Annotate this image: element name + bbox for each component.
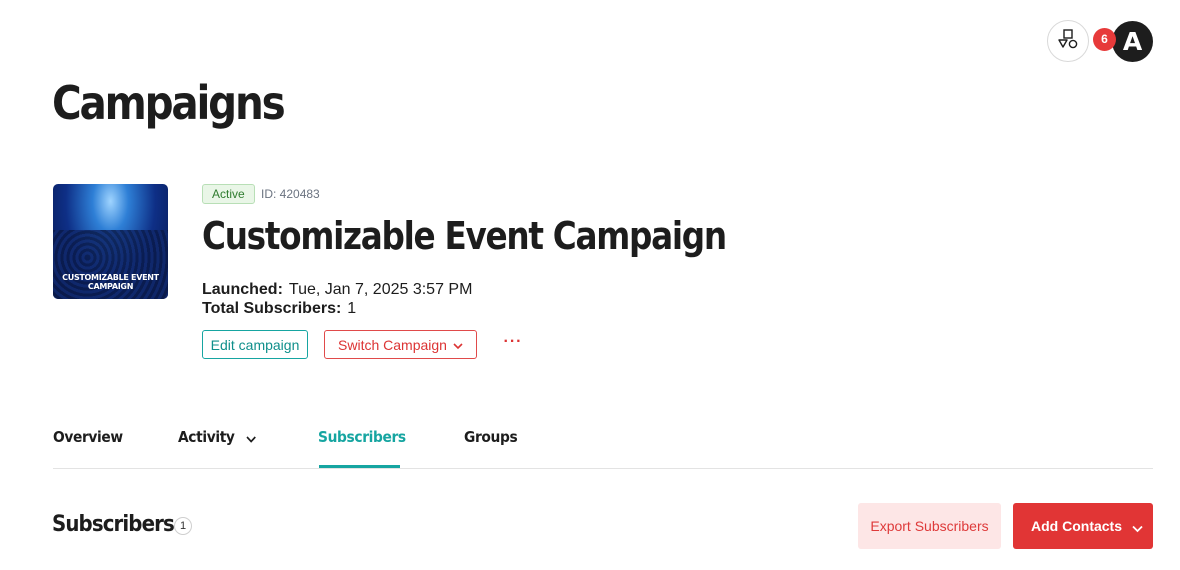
subscriber-count-badge: 1 xyxy=(174,517,192,535)
status-badge: Active xyxy=(202,184,255,204)
section-title: Subscribers xyxy=(52,512,175,537)
campaign-name: Customizable Event Campaign xyxy=(202,214,727,258)
campaign-id: ID: 420483 xyxy=(261,187,320,201)
chevron-down-icon xyxy=(453,337,463,353)
apps-button[interactable] xyxy=(1047,20,1089,62)
switch-campaign-label: Switch Campaign xyxy=(338,336,447,353)
launched-value: Tue, Jan 7, 2025 3:57 PM xyxy=(288,281,473,298)
active-tab-indicator xyxy=(319,465,400,468)
page-title: Campaigns xyxy=(52,76,286,130)
campaign-thumbnail: CUSTOMIZABLE EVENT CAMPAIGN xyxy=(53,184,168,299)
top-right-controls: 6 A xyxy=(1047,20,1153,62)
add-contacts-label: Add Contacts xyxy=(1031,518,1122,534)
notification-badge[interactable]: 6 xyxy=(1093,27,1116,51)
tab-activity[interactable]: Activity xyxy=(178,428,257,447)
add-contacts-button[interactable]: Add Contacts xyxy=(1013,503,1153,549)
tab-groups[interactable]: Groups xyxy=(464,428,518,446)
more-options-button[interactable]: ··· xyxy=(502,332,524,352)
switch-campaign-button[interactable]: Switch Campaign xyxy=(324,330,477,359)
chevron-down-icon xyxy=(1132,520,1143,536)
thumbnail-caption: CUSTOMIZABLE EVENT CAMPAIGN xyxy=(62,273,159,291)
chevron-down-icon xyxy=(246,429,257,447)
total-subscribers-label: Total Subscribers: xyxy=(202,300,342,317)
campaign-tabs: Overview Activity Subscribers Groups xyxy=(53,420,1153,469)
tab-subscribers[interactable]: Subscribers xyxy=(318,428,406,446)
tab-overview[interactable]: Overview xyxy=(53,428,123,446)
launched-label: Launched: xyxy=(202,281,283,298)
shapes-icon xyxy=(1058,28,1078,54)
export-subscribers-button[interactable]: Export Subscribers xyxy=(858,503,1001,549)
launched-row: Launched: Tue, Jan 7, 2025 3:57 PM xyxy=(202,281,472,299)
edit-campaign-button[interactable]: Edit campaign xyxy=(202,330,308,359)
avatar[interactable]: A xyxy=(1112,20,1153,62)
total-subscribers-value: 1 xyxy=(347,300,357,317)
tab-activity-label: Activity xyxy=(178,428,235,446)
total-subscribers-row: Total Subscribers: 1 xyxy=(202,300,356,318)
